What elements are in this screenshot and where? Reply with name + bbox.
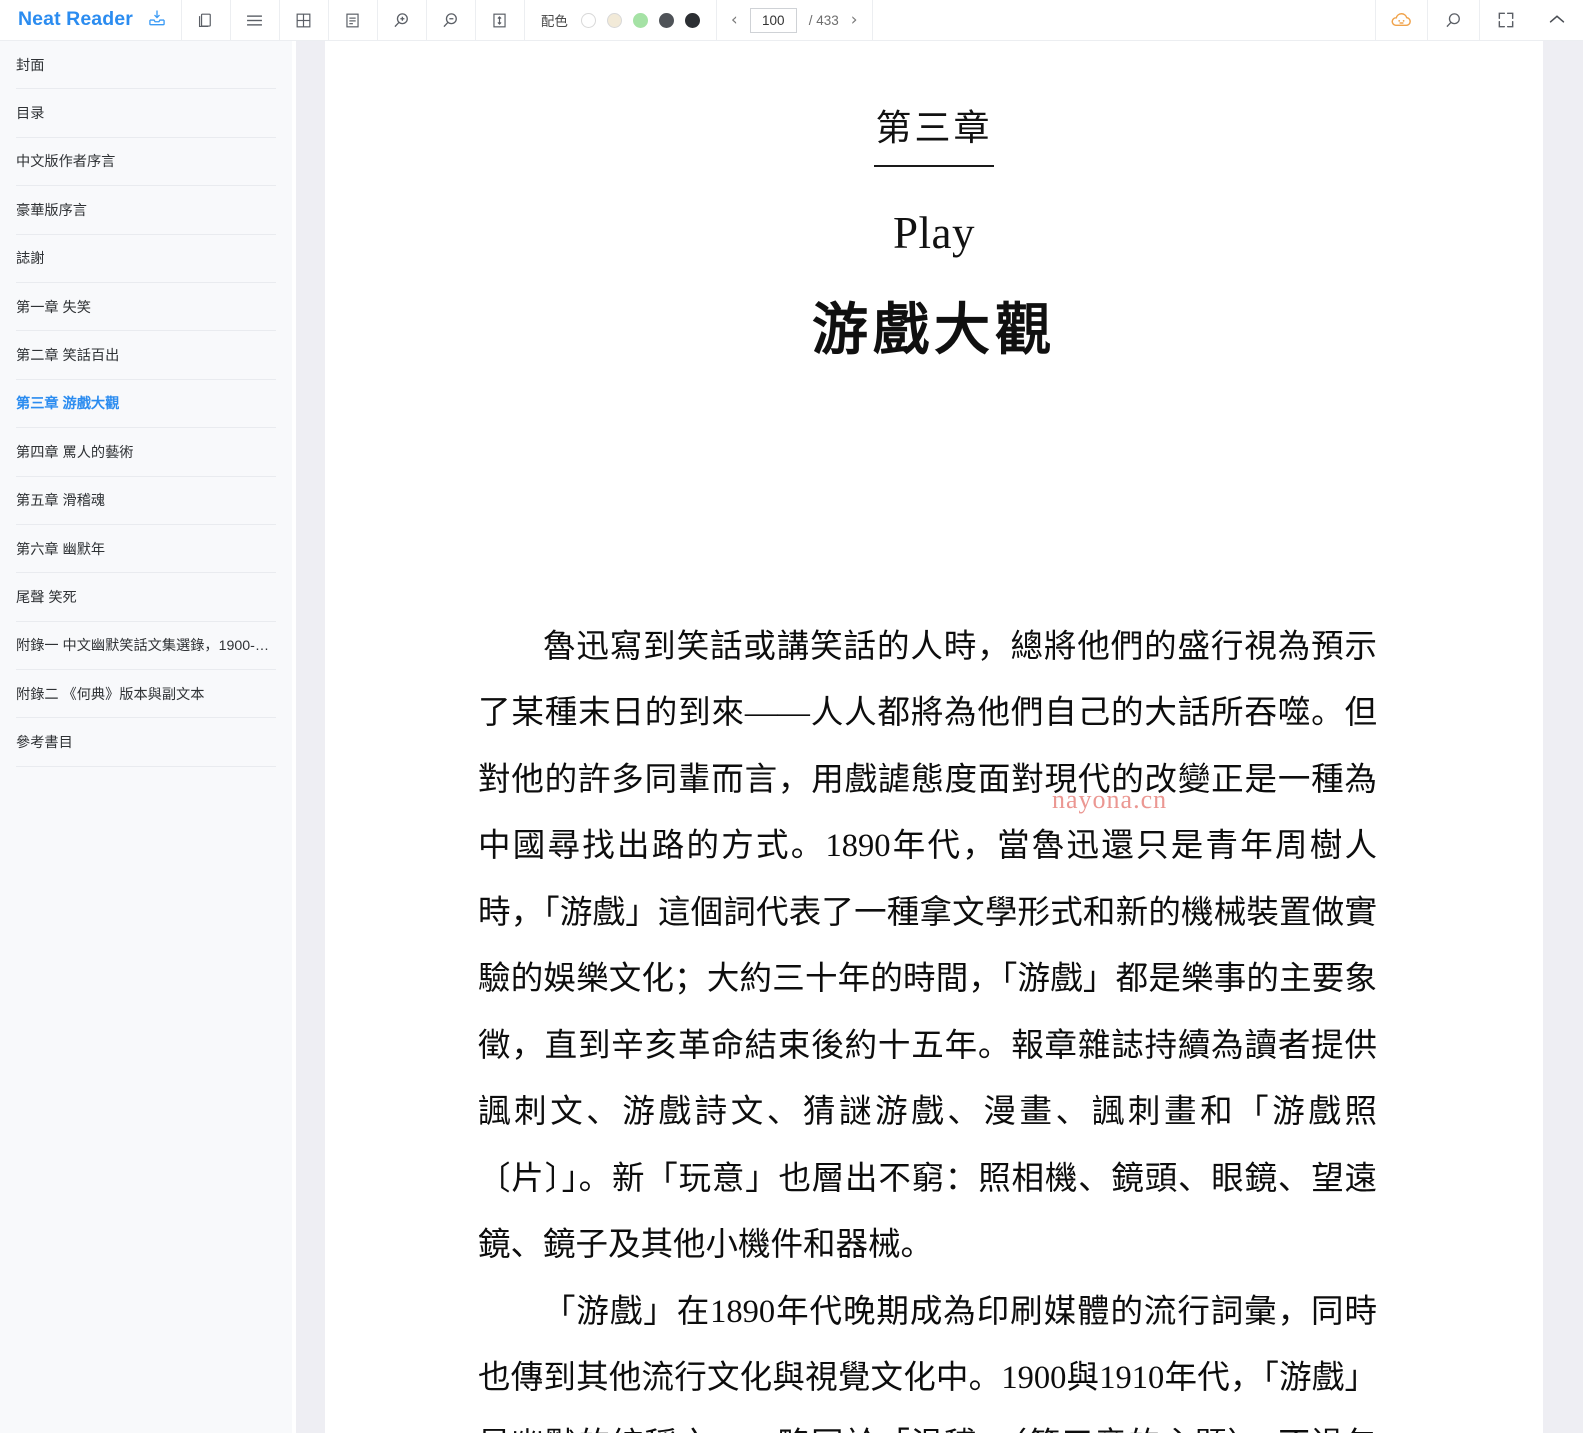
toc-label: 第二章 笑話百出 xyxy=(16,348,120,365)
theme-swatch-gray[interactable] xyxy=(658,12,674,28)
toc-label: 中文版作者序言 xyxy=(16,154,116,171)
collapse-up-icon[interactable] xyxy=(1531,0,1583,41)
toc-label: 尾聲 笑死 xyxy=(16,589,77,606)
sidebar-item-14[interactable]: 參考書目 xyxy=(16,718,276,767)
toc-label: 附錄一 中文幽默笑話文集選錄，1900-… xyxy=(16,638,270,655)
sidebar-item-0[interactable]: 封面 xyxy=(16,41,276,90)
theme-color-group: 配色 xyxy=(525,0,717,41)
page-total-label: / 433 xyxy=(809,13,839,28)
book-edge-left xyxy=(296,41,325,1433)
toc-label: 豪華版序言 xyxy=(16,202,87,219)
sidebar-item-13[interactable]: 附錄二 《何典》版本與副文本 xyxy=(16,670,276,719)
theme-swatch-green[interactable] xyxy=(632,12,648,28)
note-icon[interactable] xyxy=(329,0,378,41)
chapter-rule xyxy=(874,165,994,167)
cloud-sync-icon[interactable] xyxy=(1375,0,1427,41)
reader-page[interactable]: 第三章 Play 游戲大觀 魯迅寫到笑話或講笑話的人時，總將他們的盛行視為預示了… xyxy=(325,41,1543,1433)
sidebar-item-6[interactable]: 第二章 笑話百出 xyxy=(16,331,276,380)
page-number-input[interactable] xyxy=(749,7,797,33)
zoom-in-icon[interactable] xyxy=(378,0,427,41)
download-icon[interactable] xyxy=(147,8,167,33)
grid-layout-icon[interactable] xyxy=(280,0,329,41)
sidebar-item-1[interactable]: 目录 xyxy=(16,89,276,138)
theme-swatch-black[interactable] xyxy=(684,12,700,28)
zoom-out-icon[interactable] xyxy=(427,0,476,41)
sidebar-item-7-active[interactable]: 第三章 游戲大觀 xyxy=(16,380,276,429)
sidebar-item-12[interactable]: 附錄一 中文幽默笑話文集選錄，1900-… xyxy=(16,622,276,671)
prev-page-button[interactable]: ‹ xyxy=(731,11,738,29)
toc-label: 目录 xyxy=(16,106,45,123)
toc-label: 第六章 幽默年 xyxy=(16,541,106,558)
body-text: 魯迅寫到笑話或講笑話的人時，總將他們的盛行視為預示了某種末日的到來——人人都將為… xyxy=(325,614,1543,1433)
toc-label: 第四章 罵人的藝術 xyxy=(16,444,134,461)
page-separator: / xyxy=(808,12,813,28)
brand-area: Neat Reader xyxy=(0,0,182,41)
theme-swatch-white[interactable] xyxy=(580,12,596,28)
sidebar-item-11[interactable]: 尾聲 笑死 xyxy=(16,573,276,622)
book-edge-right xyxy=(1543,41,1583,1433)
toc-label: 第三章 游戲大觀 xyxy=(16,396,120,413)
paragraph-2: 「游戲」在1890年代晚期成為印刷媒體的流行詞彙，同時也傳到其他流行文化與視覺文… xyxy=(478,1293,1377,1433)
toc-label: 參考書目 xyxy=(16,735,73,752)
toc-label: 附錄二 《何典》版本與副文本 xyxy=(16,686,205,703)
sidebar-item-9[interactable]: 第五章 滑稽魂 xyxy=(16,477,276,525)
page-navigation: ‹ / 433 › xyxy=(717,0,873,41)
toc-label: 誌謝 xyxy=(16,251,45,268)
search-icon[interactable] xyxy=(1427,0,1479,41)
page-inner: 第三章 Play 游戲大觀 魯迅寫到笑話或講笑話的人時，總將他們的盛行視為預示了… xyxy=(325,99,1543,1433)
menu-icon[interactable] xyxy=(231,0,280,41)
line-height-icon[interactable] xyxy=(476,0,525,41)
sidebar-item-10[interactable]: 第六章 幽默年 xyxy=(16,525,276,574)
sidebar-item-3[interactable]: 豪華版序言 xyxy=(16,186,276,235)
toc-label: 封面 xyxy=(16,57,45,74)
paragraph-1: 魯迅寫到笑話或講笑話的人時，總將他們的盛行視為預示了某種末日的到來——人人都將為… xyxy=(478,628,1377,1264)
sidebar-item-2[interactable]: 中文版作者序言 xyxy=(16,138,276,187)
sidebar-item-8[interactable]: 第四章 罵人的藝術 xyxy=(16,428,276,477)
toc-label: 第一章 失笑 xyxy=(16,299,91,316)
chapter-number: 第三章 xyxy=(875,108,993,148)
theme-label: 配色 xyxy=(540,14,568,29)
toc-sidebar[interactable]: 封面 目录 中文版作者序言 豪華版序言 誌謝 第一章 失笑 第二章 笑話百出 第… xyxy=(0,41,292,1433)
chapter-title-cn: 游戲大觀 xyxy=(812,299,1056,362)
theme-swatch-sepia[interactable] xyxy=(606,12,622,28)
chapter-title-en: Play xyxy=(892,207,975,258)
page-total-value: 433 xyxy=(816,12,839,28)
toc-label: 第五章 滑稽魂 xyxy=(16,493,106,510)
top-toolbar: Neat Reader 配色 ‹ 100 / 433 › xyxy=(0,0,1583,41)
app-title: Neat Reader xyxy=(18,8,133,31)
book-gutter xyxy=(292,41,325,1433)
sidebar-item-4[interactable]: 誌謝 xyxy=(16,235,276,283)
fullscreen-icon[interactable] xyxy=(1479,0,1531,41)
sidebar-item-5[interactable]: 第一章 失笑 xyxy=(16,283,276,332)
two-page-view-icon[interactable] xyxy=(182,0,231,41)
next-page-button[interactable]: › xyxy=(851,11,858,29)
